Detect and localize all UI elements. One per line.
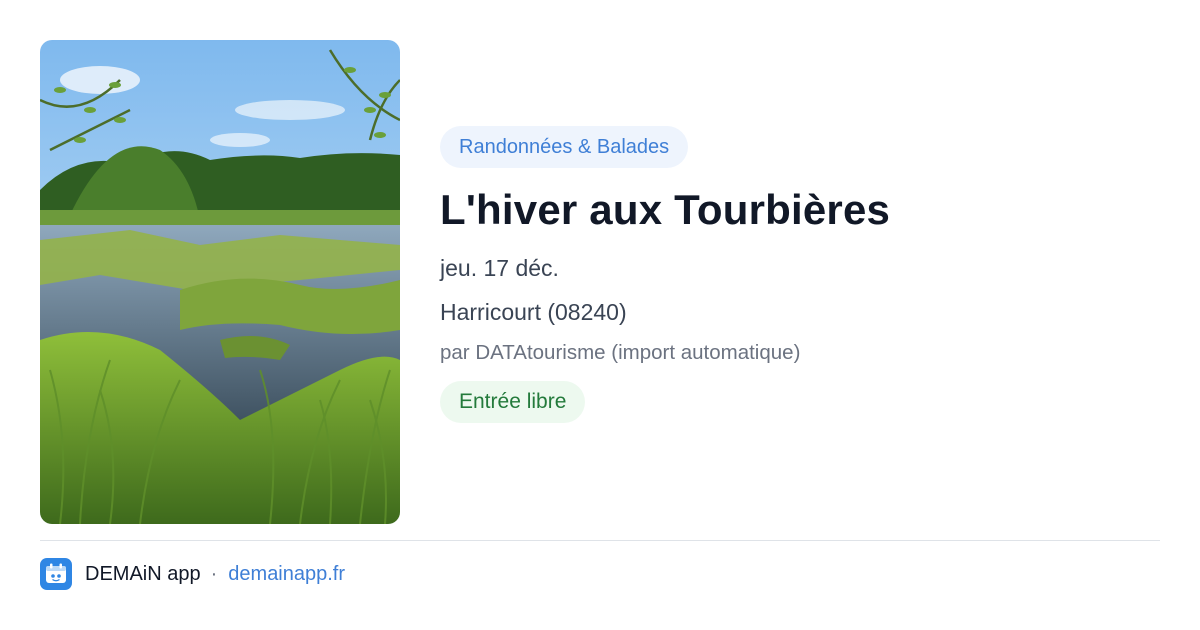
- footer-separator: ·: [210, 562, 218, 585]
- app-name: DEMAiN app: [85, 562, 201, 585]
- event-preview-card: Randonnées & Balades L'hiver aux Tourbiè…: [0, 0, 1200, 630]
- wetland-photo-image: [40, 40, 400, 524]
- event-date: jeu. 17 déc.: [440, 255, 559, 281]
- price-badge: Entrée libre: [440, 381, 586, 423]
- event-info: Randonnées & Balades L'hiver aux Tourbiè…: [440, 126, 1160, 423]
- event-title: L'hiver aux Tourbières: [440, 186, 891, 233]
- footer: DEMAiN app · demainapp.fr: [40, 558, 345, 590]
- footer-divider: [40, 540, 1160, 541]
- category-badge[interactable]: Randonnées & Balades: [440, 126, 689, 168]
- demain-app-logo-icon: [40, 558, 72, 590]
- event-photo: [40, 40, 400, 524]
- event-location: Harricourt (08240): [440, 299, 627, 325]
- app-url-link[interactable]: demainapp.fr: [228, 563, 345, 586]
- event-organizer: par DATAtourisme (import automatique): [440, 341, 801, 364]
